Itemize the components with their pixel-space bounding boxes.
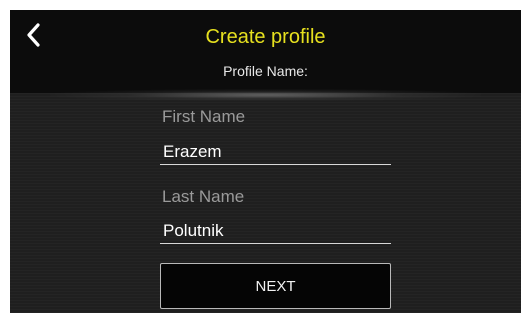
- header-bar: [10, 10, 521, 93]
- last-name-label: Last Name: [162, 187, 245, 206]
- first-name-input[interactable]: [160, 140, 391, 165]
- first-name-label: First Name: [162, 107, 246, 126]
- page-subtitle: Profile Name:: [223, 63, 308, 79]
- create-profile-screen: Create profile Profile Name: First Name …: [10, 10, 521, 313]
- next-button[interactable]: NEXT: [160, 263, 391, 309]
- last-name-input[interactable]: [160, 219, 391, 244]
- page-title: Create profile: [205, 26, 326, 48]
- header-divider-glow: [50, 89, 481, 101]
